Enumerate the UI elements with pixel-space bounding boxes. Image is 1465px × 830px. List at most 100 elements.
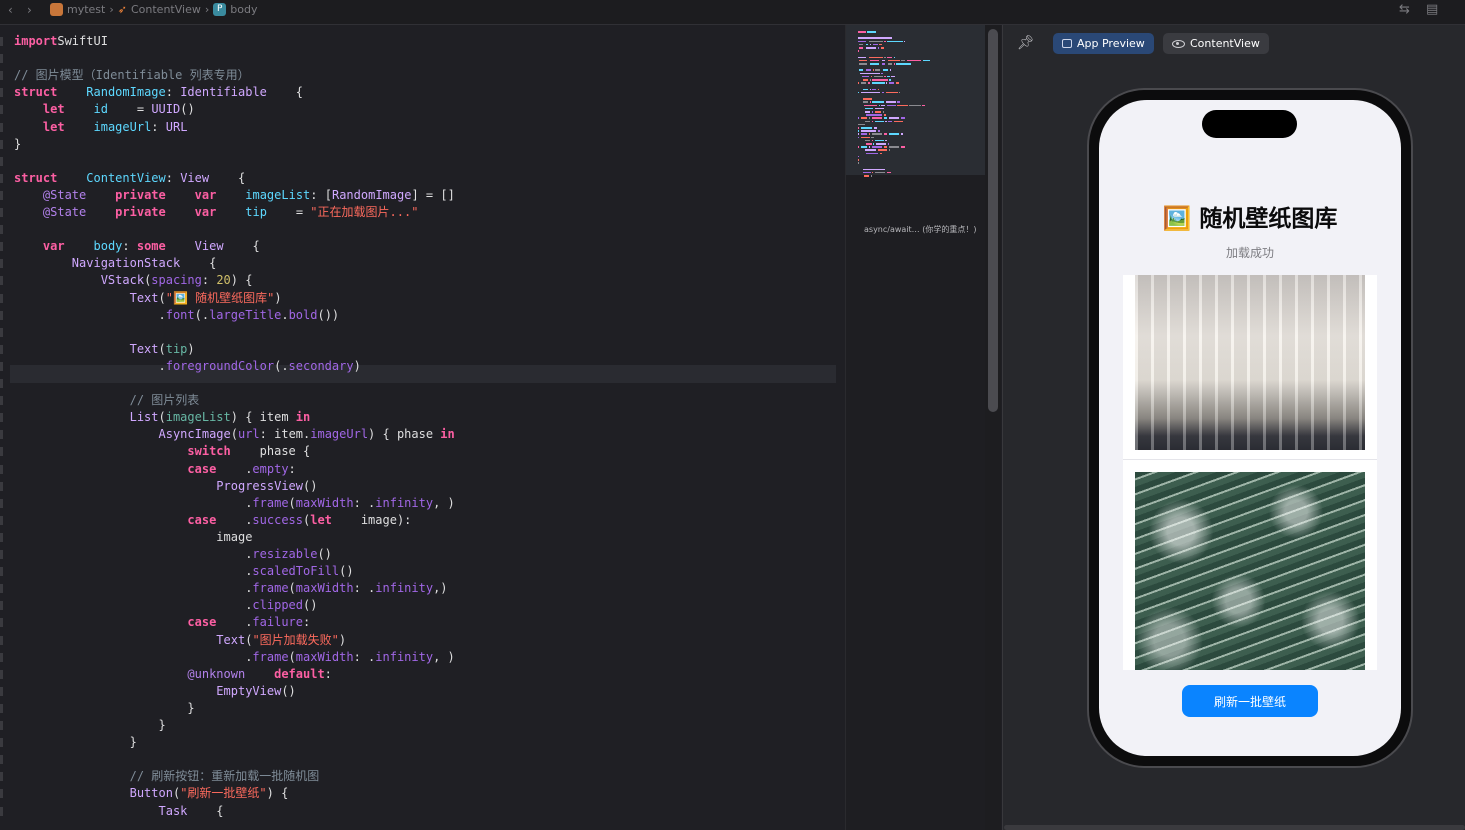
minimap-line: [865, 111, 871, 113]
code-token: , ): [433, 495, 455, 510]
code-line[interactable]: .frame(maxWidth: .infinity,): [14, 580, 447, 597]
minimap-line: [883, 69, 889, 71]
breadcrumb-file[interactable]: ContentView: [131, 3, 201, 16]
code-line[interactable]: Text("图片加载失败"): [14, 632, 346, 649]
code-token: "图片加载失败": [252, 632, 339, 647]
scrollbar-thumb[interactable]: [988, 29, 998, 412]
minimap-line: [888, 149, 891, 151]
code-line[interactable]: Button("刷新一批壁纸") {: [14, 785, 289, 802]
code-token: .: [216, 512, 253, 527]
line-number-gutter-mark: [0, 430, 3, 440]
tab-app-preview[interactable]: App Preview: [1053, 33, 1154, 54]
code-line[interactable]: NavigationStack {: [14, 255, 217, 272]
breadcrumb-symbol[interactable]: body: [230, 3, 257, 16]
code-token: scaledToFill: [252, 564, 340, 579]
minimap-line: [860, 127, 873, 129]
refresh-button[interactable]: 刷新一批壁纸: [1182, 685, 1318, 717]
code-token: ) { item: [230, 410, 296, 425]
breadcrumb-project[interactable]: mytest: [67, 3, 105, 16]
back-chevron-icon[interactable]: ‹: [8, 3, 13, 17]
code-line[interactable]: struct ContentView: View {: [14, 170, 245, 187]
minimap-line: [868, 146, 871, 148]
code-line[interactable]: }: [14, 734, 137, 751]
code-line[interactable]: case .empty:: [14, 461, 295, 478]
code-line[interactable]: case .failure:: [14, 614, 310, 631]
code-line[interactable]: // 图片列表: [14, 392, 200, 409]
code-line[interactable]: AsyncImage(url: item.imageUrl) { phase i…: [14, 426, 455, 443]
minimap[interactable]: async/await… (你学的重点！): [845, 25, 986, 830]
minimap-line: [871, 82, 885, 84]
code-token: .: [14, 598, 253, 613]
code-line[interactable]: .clipped(): [14, 597, 317, 614]
code-line[interactable]: struct RandomImage: Identifiable {: [14, 84, 303, 101]
code-token: RandomImage: [331, 187, 412, 202]
code-line[interactable]: @unknown default:: [14, 666, 332, 683]
code-line[interactable]: VStack(spacing: 20) {: [14, 272, 253, 289]
line-number-gutter-mark: [0, 789, 3, 799]
code-token: infinity: [375, 581, 434, 596]
code-token: : .: [353, 495, 376, 510]
code-line[interactable]: let imageUrl: URL: [14, 119, 188, 136]
minimap-line: [885, 91, 898, 94]
minimap-line: [860, 130, 877, 132]
code-line[interactable]: .font(.largeTitle.bold()): [14, 307, 339, 324]
code-token: (.: [274, 358, 289, 373]
minimap-line: [858, 133, 860, 135]
breadcrumb[interactable]: mytest › ➶ ContentView › P body: [50, 3, 257, 16]
code-line[interactable]: // 图片模型（Identifiable 列表专用）: [14, 67, 250, 84]
code-line[interactable]: case .success(let image):: [14, 512, 411, 529]
tab-content-view[interactable]: ContentView: [1163, 33, 1269, 54]
code-line[interactable]: .frame(maxWidth: .infinity, ): [14, 649, 455, 666]
code-line[interactable]: ProgressView(): [14, 478, 317, 495]
code-line[interactable]: Text(tip): [14, 341, 195, 358]
code-token: imageList: [245, 187, 311, 202]
code-line[interactable]: let id = UUID(): [14, 101, 195, 118]
code-token: (: [158, 341, 166, 356]
code-line[interactable]: importSwiftUI: [14, 33, 108, 50]
code-line[interactable]: List(imageList) { item in: [14, 409, 311, 426]
minimap-line: [899, 91, 901, 94]
minimap-line: [888, 120, 892, 123]
swap-arrows-icon[interactable]: ⇆: [1399, 2, 1410, 17]
horizontal-scrollbar[interactable]: [1004, 825, 1465, 830]
code-line[interactable]: switch phase {: [14, 443, 310, 460]
pin-icon[interactable]: 📌︎: [1017, 35, 1035, 51]
code-line[interactable]: .scaledToFill(): [14, 563, 353, 580]
code-line[interactable]: }: [14, 136, 21, 153]
line-number-gutter-mark: [0, 721, 3, 730]
code-line[interactable]: @State private var imageList: [RandomIma…: [14, 187, 455, 204]
code-line[interactable]: }: [14, 700, 194, 717]
line-number-gutter-mark: [0, 71, 3, 81]
code-line[interactable]: .resizable(): [14, 546, 332, 563]
code-line[interactable]: .foregroundColor(.secondary): [14, 358, 360, 375]
code-line[interactable]: }: [14, 717, 165, 734]
inspector-toggle-icon[interactable]: ▤: [1426, 2, 1438, 17]
code-token: (): [317, 547, 332, 561]
code-line[interactable]: @State private var tip = "正在加载图片...": [14, 204, 419, 221]
minimap-line: [872, 171, 874, 174]
minimap-line: [888, 63, 892, 65]
code-line[interactable]: var body: some View {: [14, 238, 260, 255]
code-line[interactable]: Text("🖼️ 随机壁纸图库"): [14, 290, 282, 307]
image-list[interactable]: [1123, 275, 1377, 670]
code-token: var: [42, 239, 65, 254]
code-line[interactable]: EmptyView(): [14, 683, 295, 700]
code-line[interactable]: Task {: [14, 803, 224, 820]
code-token: success: [252, 512, 303, 527]
forward-chevron-icon[interactable]: ›: [27, 3, 32, 17]
top-bar: ‹ › mytest › ➶ ContentView › P body ⇆ ▤: [0, 0, 1465, 25]
code-line[interactable]: .frame(maxWidth: .infinity, ): [14, 495, 455, 512]
code-token: ) {: [266, 786, 289, 801]
minimap-line: [885, 139, 887, 142]
code-line[interactable]: image: [14, 529, 252, 546]
code-editor[interactable]: importSwiftUI// 图片模型（Identifiable 列表专用） s…: [0, 25, 845, 830]
minimap-line: [869, 88, 871, 91]
minimap-line: [888, 82, 895, 84]
code-line[interactable]: // 刷新按钮：重新加载一批随机图: [14, 768, 320, 785]
line-number-gutter-mark: [0, 498, 3, 508]
